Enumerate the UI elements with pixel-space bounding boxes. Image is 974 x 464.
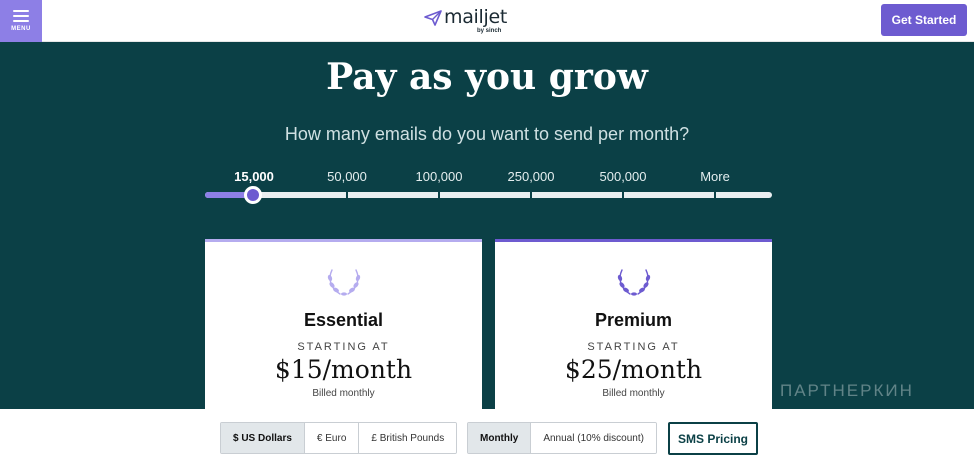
slider-option-100000[interactable]: 100,000 bbox=[416, 169, 463, 184]
page-title: Pay as you grow bbox=[326, 56, 648, 98]
menu-label: MENU bbox=[11, 26, 31, 32]
currency-option-gbp[interactable]: £ British Pounds bbox=[359, 423, 457, 453]
slider-option-250000[interactable]: 250,000 bbox=[508, 169, 555, 184]
currency-option-eur[interactable]: € Euro bbox=[304, 423, 360, 453]
plan-name: Premium bbox=[594, 310, 673, 330]
volume-slider-track[interactable] bbox=[205, 186, 772, 204]
paper-plane-icon bbox=[424, 10, 442, 26]
slider-option-more[interactable]: More bbox=[700, 169, 730, 184]
billing-option-annual[interactable]: Annual (10% discount) bbox=[531, 423, 656, 453]
menu-button[interactable]: MENU bbox=[0, 0, 42, 42]
slider-tick bbox=[530, 192, 532, 198]
currency-selector: $ US Dollars € Euro £ British Pounds bbox=[220, 422, 458, 454]
get-started-button[interactable]: Get Started bbox=[881, 4, 967, 36]
starting-at-label: STARTING AT bbox=[297, 341, 390, 353]
laurel-icon bbox=[617, 269, 650, 296]
billing-period-selector: Monthly Annual (10% discount) bbox=[467, 422, 657, 454]
speech-bubble-icon bbox=[731, 372, 769, 411]
watermark: ПАРТНЕРКИН bbox=[730, 371, 914, 411]
top-nav: MENU mailjet by sinch Get Started bbox=[0, 0, 974, 42]
pricing-options-bar: $ US Dollars € Euro £ British Pounds Mon… bbox=[0, 409, 974, 464]
currency-option-usd[interactable]: $ US Dollars bbox=[221, 423, 305, 453]
slider-tick bbox=[714, 192, 716, 198]
logo-subtext: by sinch bbox=[477, 28, 502, 34]
billing-option-monthly[interactable]: Monthly bbox=[468, 423, 532, 453]
slider-tick bbox=[438, 192, 440, 198]
logo-text: mailjet bbox=[444, 6, 508, 28]
page-subtitle: How many emails do you want to send per … bbox=[284, 124, 690, 144]
billing-note: Billed monthly bbox=[312, 388, 375, 399]
slider-tick bbox=[346, 192, 348, 198]
laurel-icon bbox=[327, 269, 360, 296]
mailjet-logo[interactable]: mailjet by sinch bbox=[422, 4, 532, 36]
plan-card-essential: Essential STARTING AT $15/month Billed m… bbox=[205, 239, 482, 419]
watermark-text: ПАРТНЕРКИН bbox=[780, 381, 914, 400]
plan-name: Essential bbox=[303, 310, 384, 330]
slider-option-50000[interactable]: 50,000 bbox=[327, 169, 367, 184]
plan-price: $15/month bbox=[274, 355, 413, 384]
starting-at-label: STARTING AT bbox=[587, 341, 680, 353]
slider-thumb[interactable] bbox=[244, 186, 262, 204]
slider-option-15000[interactable]: 15,000 bbox=[234, 169, 274, 184]
slider-option-500000[interactable]: 500,000 bbox=[600, 169, 647, 184]
slider-tick bbox=[622, 192, 624, 198]
sms-pricing-button[interactable]: SMS Pricing bbox=[668, 422, 758, 455]
hamburger-icon bbox=[13, 10, 29, 22]
